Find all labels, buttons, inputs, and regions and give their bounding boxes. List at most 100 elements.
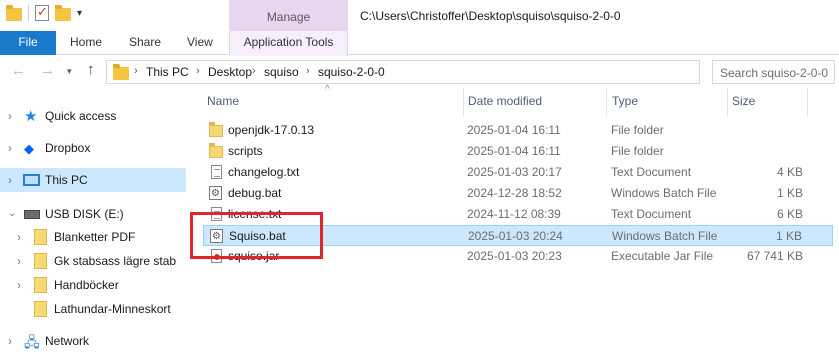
folder-icon xyxy=(209,122,223,137)
sidebar-item-usb-disk[interactable]: ⌄ USB DISK (E:) xyxy=(0,202,186,226)
file-name: scripts xyxy=(228,144,263,158)
file-row-changelog[interactable]: changelog.txt 2025-01-03 20:17 Text Docu… xyxy=(203,162,833,183)
network-icon: 🖧 xyxy=(24,334,40,350)
breadcrumb-desktop[interactable]: Desktop xyxy=(208,65,252,79)
collapse-chevron-icon[interactable]: ⌄ xyxy=(8,202,16,226)
search-input[interactable]: Search squiso-2-0-0 xyxy=(712,60,835,84)
back-arrow-icon[interactable]: ← xyxy=(11,62,26,79)
sidebar-item-label: Network xyxy=(45,334,90,348)
file-row-debug-bat[interactable]: debug.bat 2024-12-28 18:52 Windows Batch… xyxy=(203,183,833,204)
tab-home[interactable]: Home xyxy=(70,31,102,55)
address-bar[interactable]: › This PC › Desktop › squiso › squiso-2-… xyxy=(106,60,700,84)
file-date: 2025-01-03 20:24 xyxy=(468,229,563,243)
sidebar-item-dropbox[interactable]: › ◆ Dropbox xyxy=(0,136,186,160)
sidebar-item-label: Blanketter PDF xyxy=(54,230,136,244)
breadcrumb-this-pc[interactable]: This PC xyxy=(146,65,189,79)
file-date: 2025-01-03 20:23 xyxy=(467,249,562,263)
file-type: Windows Batch File xyxy=(611,186,717,200)
file-date: 2025-01-04 16:11 xyxy=(467,144,561,158)
expand-chevron-icon[interactable]: › xyxy=(8,136,12,160)
file-date: 2025-01-03 20:17 xyxy=(467,165,562,179)
expand-chevron-icon[interactable]: › xyxy=(8,329,12,353)
column-divider[interactable] xyxy=(727,88,728,116)
file-date: 2025-01-04 16:11 xyxy=(467,123,561,137)
forward-arrow-icon[interactable]: → xyxy=(40,62,55,79)
breadcrumb-squiso[interactable]: squiso xyxy=(264,65,299,79)
sidebar-item-label: Gk stabsass lägre stab xyxy=(54,254,177,268)
column-header-name[interactable]: Name xyxy=(207,94,239,108)
folder-icon xyxy=(34,229,47,245)
tab-application-tools[interactable]: Application Tools xyxy=(229,31,348,56)
up-arrow-icon[interactable]: ↑ xyxy=(87,61,95,78)
file-size: 4 KB xyxy=(776,165,803,179)
sidebar-item-label: Lathundar-Minneskort xyxy=(54,302,171,316)
dropbox-icon: ◆ xyxy=(24,141,34,156)
folder-icon xyxy=(6,4,22,21)
properties-icon[interactable] xyxy=(35,4,49,21)
sidebar-item-handbocker[interactable]: › Handböcker xyxy=(0,273,186,297)
computer-icon xyxy=(23,174,40,186)
sidebar-item-network[interactable]: › 🖧 Network xyxy=(0,329,186,353)
text-file-icon xyxy=(211,165,222,179)
sidebar-item-gk-stabsass[interactable]: › Gk stabsass lägre stab xyxy=(0,249,186,273)
ribbon-tabs: File Home Share View Application Tools xyxy=(0,31,839,56)
expand-chevron-icon[interactable]: › xyxy=(17,273,21,297)
breadcrumb-squiso-2-0-0[interactable]: squiso-2-0-0 xyxy=(318,65,385,79)
navigation-bar: ← → ▾ ↑ › This PC › Desktop › squiso › s… xyxy=(0,56,839,88)
column-header-type[interactable]: Type xyxy=(612,94,638,108)
annotation-highlight-box xyxy=(190,212,323,259)
folder-icon xyxy=(34,301,47,317)
sidebar-item-label: Dropbox xyxy=(45,141,91,155)
sort-ascending-icon: ^ xyxy=(325,84,330,95)
expand-chevron-icon[interactable]: › xyxy=(17,225,21,249)
sidebar-item-this-pc[interactable]: › This PC xyxy=(0,168,186,192)
column-divider[interactable] xyxy=(463,88,464,116)
tab-view[interactable]: View xyxy=(187,31,213,55)
breadcrumb-separator-icon[interactable]: › xyxy=(252,65,256,77)
customize-toolbar-dropdown-icon[interactable]: ▾ xyxy=(77,8,82,19)
column-header-size[interactable]: Size xyxy=(732,94,755,108)
navigation-pane: › ★ Quick access › ◆ Dropbox › This PC ⌄… xyxy=(0,88,190,356)
expand-chevron-icon[interactable]: › xyxy=(8,104,12,128)
quick-access-toolbar: ▾ xyxy=(6,4,82,21)
file-type: Executable Jar File xyxy=(611,249,714,263)
file-name: openjdk-17.0.13 xyxy=(228,123,315,137)
breadcrumb-separator-icon[interactable]: › xyxy=(306,65,310,77)
file-size: 67 741 KB xyxy=(746,249,803,263)
sidebar-item-label: Quick access xyxy=(45,109,117,123)
sidebar-item-label: This PC xyxy=(45,173,88,187)
file-type: Windows Batch File xyxy=(612,229,718,243)
sidebar-item-quick-access[interactable]: › ★ Quick access xyxy=(0,104,186,128)
usb-drive-icon xyxy=(24,210,40,219)
breadcrumb-separator-icon[interactable]: › xyxy=(134,65,138,77)
star-icon: ★ xyxy=(24,108,38,125)
tab-file[interactable]: File xyxy=(0,31,56,55)
file-name: debug.bat xyxy=(228,186,282,200)
tab-share[interactable]: Share xyxy=(129,31,161,55)
file-name: changelog.txt xyxy=(228,165,300,179)
file-type: File folder xyxy=(611,123,664,137)
sidebar-item-blanketter-pdf[interactable]: › Blanketter PDF xyxy=(0,225,186,249)
column-header-date-modified[interactable]: Date modified xyxy=(468,94,542,108)
breadcrumb-separator-icon[interactable]: › xyxy=(196,65,200,77)
folder-icon xyxy=(34,253,47,269)
expand-chevron-icon[interactable]: › xyxy=(8,168,12,192)
new-folder-icon[interactable] xyxy=(55,4,71,21)
recent-locations-dropdown-icon[interactable]: ▾ xyxy=(67,66,72,77)
column-divider[interactable] xyxy=(807,88,808,116)
sidebar-item-label: Handböcker xyxy=(54,278,119,292)
sidebar-item-label: USB DISK (E:) xyxy=(45,207,124,221)
window-title-path: C:\Users\Christoffer\Desktop\squiso\squi… xyxy=(360,9,621,23)
column-divider[interactable] xyxy=(606,88,607,116)
file-type: Text Document xyxy=(611,207,692,221)
file-type: File folder xyxy=(611,144,664,158)
expand-chevron-icon[interactable]: › xyxy=(17,249,21,273)
folder-icon xyxy=(34,277,47,293)
toolbar-divider xyxy=(28,5,29,21)
sidebar-item-lathundar[interactable]: Lathundar-Minneskort xyxy=(0,297,186,321)
file-row-scripts[interactable]: scripts 2025-01-04 16:11 File folder xyxy=(203,141,833,162)
file-size: 6 KB xyxy=(776,207,803,221)
file-row-openjdk[interactable]: openjdk-17.0.13 2025-01-04 16:11 File fo… xyxy=(203,120,833,141)
manage-contextual-tab[interactable]: Manage xyxy=(229,0,348,31)
file-date: 2024-12-28 18:52 xyxy=(467,186,562,200)
